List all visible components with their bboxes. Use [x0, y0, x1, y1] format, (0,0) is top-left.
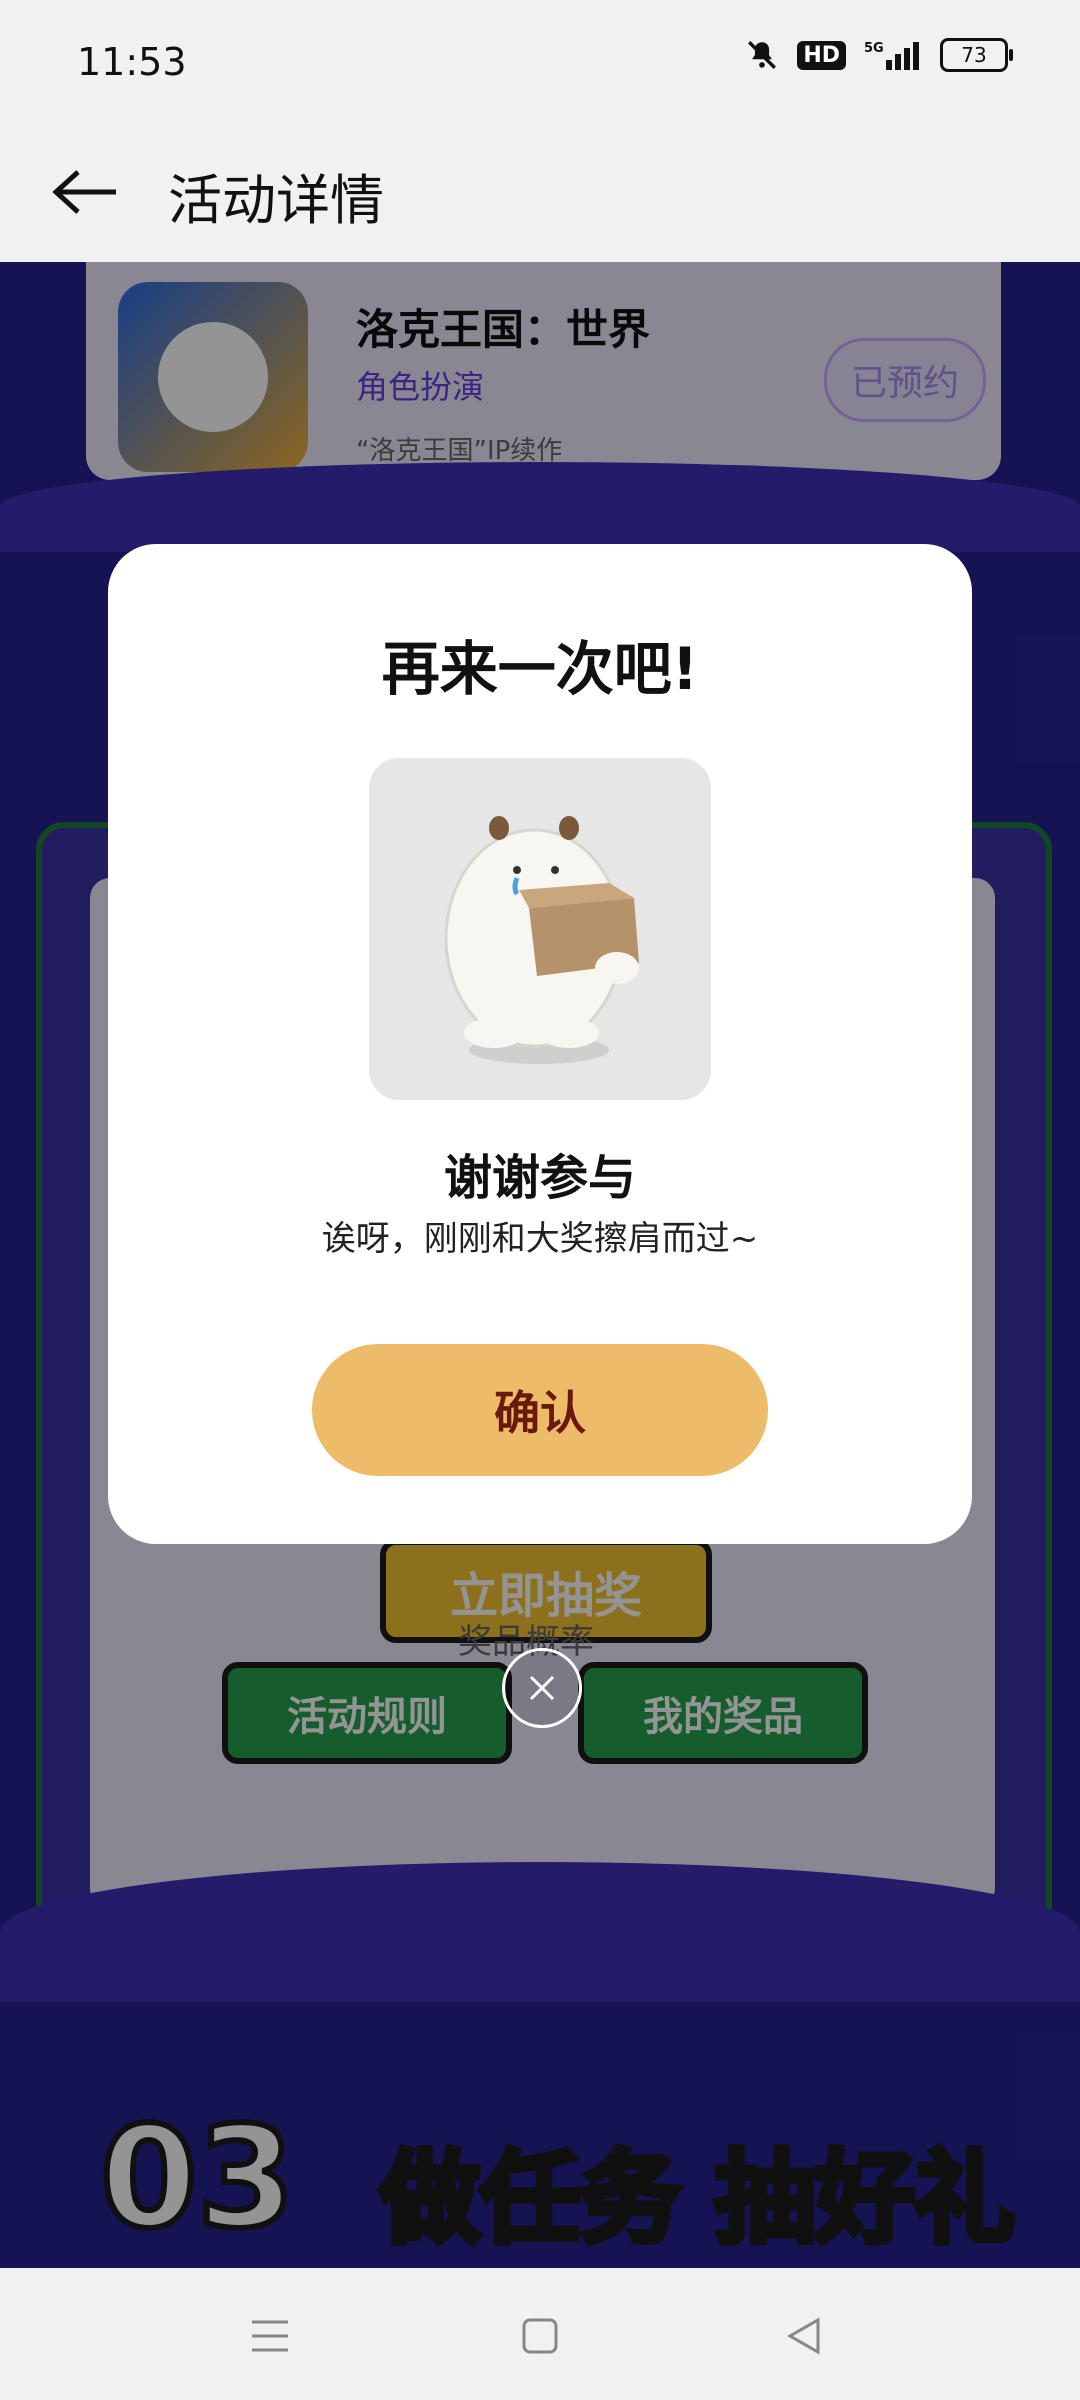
- battery-level: 73: [961, 43, 987, 67]
- close-icon: [529, 1675, 555, 1701]
- polar-bear-illustration: [369, 758, 711, 1100]
- status-icons: HD 5G 73: [745, 38, 1013, 72]
- menu-icon: [252, 2320, 288, 2352]
- app-header: 活动详情: [0, 120, 1080, 262]
- nav-back-button[interactable]: [776, 2308, 832, 2364]
- page-title: 活动详情: [168, 169, 384, 232]
- status-time: 11:53: [77, 40, 187, 84]
- nav-home-button[interactable]: [512, 2308, 568, 2364]
- network-label: 5G: [864, 41, 884, 56]
- battery-icon: 73: [940, 38, 1013, 72]
- system-nav-bar: [0, 2268, 1080, 2400]
- arrow-left-icon: [52, 170, 116, 214]
- back-button[interactable]: [40, 152, 130, 232]
- hd-badge: HD: [797, 40, 846, 70]
- square-icon: [522, 2318, 558, 2354]
- result-subtitle: 诶呀，刚刚和大奖擦肩而过~: [321, 1219, 759, 1259]
- result-title: 谢谢参与: [443, 1150, 636, 1206]
- triangle-back-icon: [786, 2317, 820, 2355]
- confirm-button[interactable]: 确认: [312, 1344, 768, 1476]
- dialog-title: 再来一次吧!: [381, 635, 699, 703]
- nav-menu-button[interactable]: [242, 2308, 298, 2364]
- status-bar: 11:53 HD 5G 73: [0, 0, 1080, 120]
- signal-icon: 5G: [864, 41, 919, 70]
- bell-muted-icon: [748, 41, 777, 69]
- result-dialog: 再来一次吧! 谢谢参与 诶呀，刚刚和大奖擦肩而过~ 确认: [108, 544, 972, 1544]
- close-dialog-button[interactable]: [502, 1648, 582, 1728]
- sad-bear-icon: [444, 816, 639, 1064]
